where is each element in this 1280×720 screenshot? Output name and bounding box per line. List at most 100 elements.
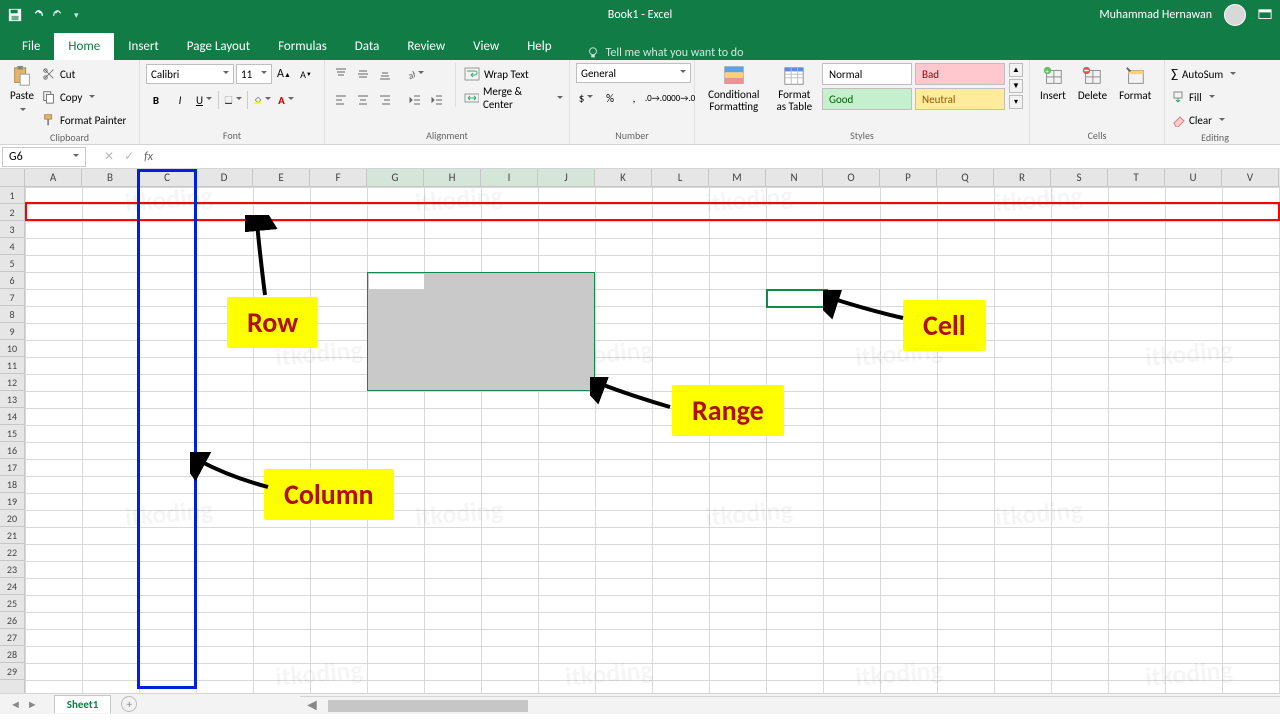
cancel-formula-icon[interactable]: ✕ bbox=[104, 149, 114, 164]
row-header[interactable]: 9 bbox=[0, 323, 24, 340]
formula-input[interactable] bbox=[163, 147, 1280, 167]
increase-indent-button[interactable] bbox=[427, 90, 447, 110]
row-header[interactable]: 5 bbox=[0, 255, 24, 272]
sheet-nav-next-icon[interactable]: ► bbox=[27, 698, 38, 711]
col-header[interactable]: R bbox=[994, 169, 1051, 186]
row-header[interactable]: 12 bbox=[0, 374, 24, 391]
avatar[interactable] bbox=[1224, 4, 1246, 26]
row-header[interactable]: 18 bbox=[0, 476, 24, 493]
conditional-formatting-button[interactable]: Conditional Formatting bbox=[701, 63, 767, 115]
row-header[interactable]: 6 bbox=[0, 272, 24, 289]
tab-formulas[interactable]: Formulas bbox=[264, 33, 341, 60]
row-header[interactable]: 22 bbox=[0, 544, 24, 561]
merge-center-button[interactable]: Merge & Center bbox=[464, 87, 563, 109]
col-header[interactable]: B bbox=[82, 169, 139, 186]
comma-format-button[interactable]: , bbox=[624, 88, 644, 108]
sheet-tab[interactable]: Sheet1 bbox=[54, 695, 112, 713]
col-header[interactable]: O bbox=[823, 169, 880, 186]
col-header[interactable]: K bbox=[595, 169, 652, 186]
col-header[interactable]: U bbox=[1165, 169, 1222, 186]
sheet-nav-prev-icon[interactable]: ◄ bbox=[10, 698, 21, 711]
styles-scroll-down[interactable]: ▼ bbox=[1009, 79, 1023, 93]
row-header[interactable]: 25 bbox=[0, 595, 24, 612]
col-header[interactable]: N bbox=[766, 169, 823, 186]
col-header[interactable]: F bbox=[310, 169, 367, 186]
row-header[interactable]: 23 bbox=[0, 561, 24, 578]
col-header[interactable]: L bbox=[652, 169, 709, 186]
borders-button[interactable] bbox=[223, 90, 243, 110]
align-bottom-button[interactable] bbox=[375, 64, 395, 84]
row-header[interactable]: 7 bbox=[0, 289, 24, 306]
row-header[interactable]: 29 bbox=[0, 663, 24, 680]
align-middle-button[interactable] bbox=[353, 64, 373, 84]
row-header[interactable]: 17 bbox=[0, 459, 24, 476]
align-center-button[interactable] bbox=[353, 90, 373, 110]
tab-view[interactable]: View bbox=[459, 33, 513, 60]
cut-button[interactable]: Cut bbox=[42, 63, 126, 85]
tab-insert[interactable]: Insert bbox=[114, 33, 173, 60]
percent-format-button[interactable]: % bbox=[600, 88, 620, 108]
clear-button[interactable]: Clear bbox=[1171, 109, 1225, 131]
cells-area[interactable]: itkoding itkoding itkoding itkoding itko… bbox=[25, 187, 1280, 714]
decrease-font-button[interactable]: A▼ bbox=[296, 64, 316, 84]
col-header[interactable]: E bbox=[253, 169, 310, 186]
decrease-indent-button[interactable] bbox=[405, 90, 425, 110]
row-header[interactable]: 28 bbox=[0, 646, 24, 663]
row-header[interactable]: 8 bbox=[0, 306, 24, 323]
font-color-button[interactable]: A bbox=[276, 90, 296, 110]
col-header[interactable]: M bbox=[709, 169, 766, 186]
row-header[interactable]: 20 bbox=[0, 510, 24, 527]
tab-home[interactable]: Home bbox=[54, 33, 114, 60]
styles-scroll-up[interactable]: ▲ bbox=[1009, 63, 1023, 77]
style-normal[interactable]: Normal bbox=[822, 63, 912, 85]
insert-cells-button[interactable]: +Insert bbox=[1036, 63, 1070, 104]
col-header[interactable]: V bbox=[1222, 169, 1279, 186]
styles-more[interactable]: ▾ bbox=[1009, 95, 1023, 109]
col-header[interactable]: J bbox=[538, 169, 595, 186]
orientation-button[interactable]: ab bbox=[405, 64, 425, 84]
style-bad[interactable]: Bad bbox=[915, 63, 1005, 85]
align-left-button[interactable] bbox=[331, 90, 351, 110]
enter-formula-icon[interactable]: ✓ bbox=[124, 149, 134, 164]
delete-cells-button[interactable]: Delete bbox=[1074, 63, 1111, 104]
row-header[interactable]: 16 bbox=[0, 442, 24, 459]
col-header[interactable]: H bbox=[424, 169, 481, 186]
format-cells-button[interactable]: Format bbox=[1115, 63, 1155, 104]
row-header[interactable]: 15 bbox=[0, 425, 24, 442]
align-right-button[interactable] bbox=[375, 90, 395, 110]
tell-me-search[interactable]: Tell me what you want to do bbox=[566, 46, 744, 60]
increase-font-button[interactable]: A▲ bbox=[274, 64, 294, 84]
row-header[interactable]: 2 bbox=[0, 204, 24, 221]
fx-icon[interactable]: fx bbox=[144, 150, 153, 164]
row-header[interactable]: 10 bbox=[0, 340, 24, 357]
scrollbar-thumb[interactable] bbox=[328, 700, 528, 712]
format-painter-button[interactable]: Format Painter bbox=[42, 109, 126, 131]
select-all-triangle[interactable] bbox=[0, 169, 25, 186]
bold-button[interactable]: B bbox=[146, 90, 166, 110]
col-header[interactable]: P bbox=[880, 169, 937, 186]
increase-decimal-button[interactable]: .0→.00 bbox=[648, 88, 668, 108]
col-header[interactable]: Q bbox=[937, 169, 994, 186]
col-header[interactable]: T bbox=[1108, 169, 1165, 186]
italic-button[interactable]: I bbox=[170, 90, 190, 110]
paste-button[interactable]: Paste bbox=[6, 63, 38, 119]
fill-color-button[interactable] bbox=[252, 90, 272, 110]
row-header[interactable]: 13 bbox=[0, 391, 24, 408]
tab-data[interactable]: Data bbox=[341, 33, 394, 60]
accounting-format-button[interactable]: $ bbox=[576, 88, 596, 108]
style-neutral[interactable]: Neutral bbox=[915, 88, 1005, 110]
qat-customize-icon[interactable]: ▾ bbox=[74, 10, 79, 21]
col-header[interactable]: A bbox=[25, 169, 82, 186]
col-header[interactable]: S bbox=[1051, 169, 1108, 186]
format-as-table-button[interactable]: Format as Table bbox=[771, 63, 818, 115]
horizontal-scrollbar[interactable]: ◄ bbox=[300, 696, 1280, 714]
row-header[interactable]: 14 bbox=[0, 408, 24, 425]
col-header[interactable]: I bbox=[481, 169, 538, 186]
fill-button[interactable]: Fill bbox=[1171, 86, 1215, 108]
decrease-decimal-button[interactable]: .00→.0 bbox=[672, 88, 692, 108]
row-header[interactable]: 11 bbox=[0, 357, 24, 374]
tab-help[interactable]: Help bbox=[513, 33, 565, 60]
row-header[interactable]: 27 bbox=[0, 629, 24, 646]
name-box[interactable]: G6 bbox=[2, 147, 86, 167]
tab-file[interactable]: File bbox=[8, 33, 54, 60]
